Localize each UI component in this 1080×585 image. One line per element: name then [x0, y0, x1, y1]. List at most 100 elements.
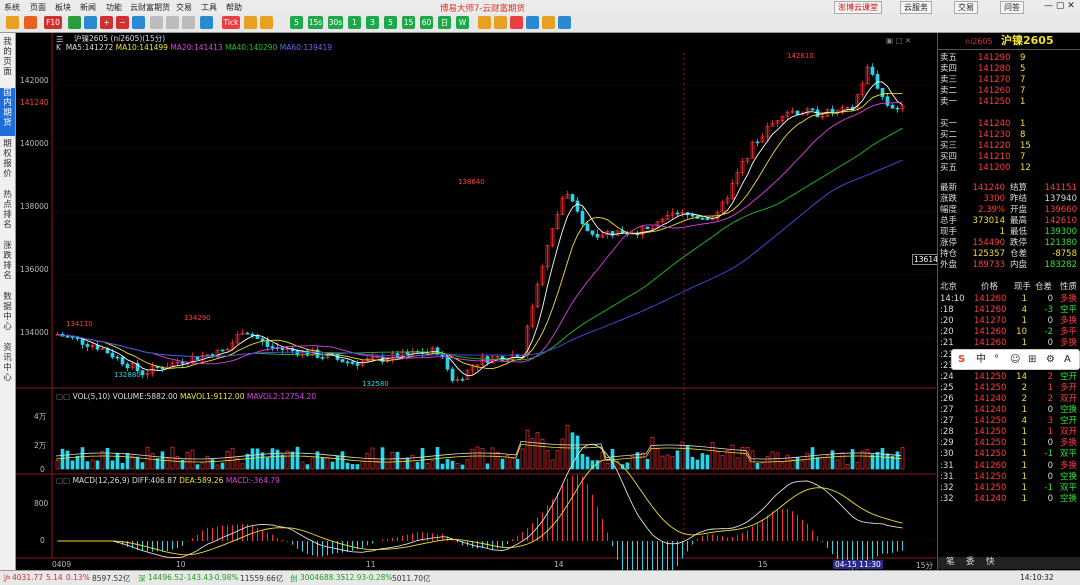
period-week-button[interactable]: W — [456, 16, 469, 29]
menu-trade[interactable]: 交易 — [176, 2, 192, 13]
chart-icon[interactable] — [200, 16, 213, 29]
font-icon[interactable]: A — [1064, 350, 1071, 369]
menu-tools[interactable]: 工具 — [201, 2, 217, 13]
sidebar-tab-hot-ranking[interactable]: 热点排名 — [0, 190, 15, 238]
sidebar-tab-data-center[interactable]: 数据中心 — [0, 292, 15, 340]
window-controls[interactable]: — ▢ ✕ — [1044, 1, 1075, 11]
menu-cloud-futures[interactable]: 云财富期货 — [130, 2, 170, 13]
tick-row[interactable]: :31 141260 1 0 多换 — [938, 461, 1080, 472]
candle-icon[interactable] — [260, 16, 273, 29]
home-icon[interactable] — [24, 16, 37, 29]
tick-time: :20 — [940, 316, 954, 327]
bid-row[interactable]: 买一 141240 1 — [938, 119, 1080, 130]
period-15-button[interactable]: 15 — [402, 16, 415, 29]
ask-row[interactable]: 卖四 141280 5 — [938, 64, 1080, 75]
tick-row[interactable]: :32 141240 1 0 空换 — [938, 494, 1080, 505]
bid-row[interactable]: 买五 141200 12 — [938, 163, 1080, 174]
draw-icon[interactable] — [478, 16, 491, 29]
tick-button[interactable]: Tick — [222, 16, 240, 29]
note-icon[interactable] — [542, 16, 555, 29]
macd-window-icon[interactable]: ▢▢ — [56, 476, 70, 485]
close-chart-icon[interactable] — [510, 16, 523, 29]
save-icon[interactable] — [166, 16, 179, 29]
stat-label: 结算 — [1010, 183, 1028, 193]
tick-row[interactable]: :20 141270 1 0 多换 — [938, 316, 1080, 327]
tick-row[interactable]: :29 141250 1 0 多换 — [938, 438, 1080, 449]
zoom-out-icon[interactable]: − — [116, 16, 129, 29]
bid-row[interactable]: 买三 141220 15 — [938, 141, 1080, 152]
ask-row[interactable]: 卖二 141260 7 — [938, 86, 1080, 97]
crosshair-icon[interactable] — [132, 16, 145, 29]
menu-help[interactable]: 帮助 — [226, 2, 242, 13]
tick-row[interactable]: :28 141250 1 1 双开 — [938, 427, 1080, 438]
tick-row[interactable]: :31 141250 1 0 空换 — [938, 472, 1080, 483]
bar-chart-icon[interactable] — [244, 16, 257, 29]
period-5-button[interactable]: 5 — [290, 16, 303, 29]
period-60-button[interactable]: 60 — [420, 16, 433, 29]
sogou-icon[interactable]: S — [958, 350, 965, 369]
vol-y-tick: 2万 — [34, 441, 47, 450]
tick-row[interactable]: :25 141250 2 1 多开 — [938, 383, 1080, 394]
sidebar-tab-change-ranking[interactable]: 涨跌排名 — [0, 241, 15, 289]
menu-page[interactable]: 页面 — [30, 2, 46, 13]
tick-row[interactable]: :18 141260 4 -3 空平 — [938, 305, 1080, 316]
back-icon[interactable] — [6, 16, 19, 29]
trade-button[interactable]: 交易 — [954, 1, 978, 14]
sidebar-tab-news-center[interactable]: 资讯中心 — [0, 343, 15, 391]
ask-row[interactable]: 卖一 141250 1 — [938, 97, 1080, 108]
tab-orders[interactable]: 委 — [966, 557, 975, 568]
ask-row[interactable]: 卖三 141270 7 — [938, 75, 1080, 86]
grid-icon[interactable] — [84, 16, 97, 29]
sidebar-tab-my-page[interactable]: 我的页面 — [0, 37, 15, 85]
sidebar-tab-options[interactable]: 期权报价 — [0, 139, 15, 187]
tick-row[interactable]: :32 141250 1 -1 双平 — [938, 483, 1080, 494]
tab-fast[interactable]: 快 — [986, 557, 995, 568]
ime-toolbar[interactable]: S 中 ° ☺ ⊞ ⚙ A — [951, 349, 1080, 370]
sidebar-tab-domestic-futures[interactable]: 国内期货 — [0, 88, 15, 136]
tick-row[interactable]: :24 141250 14 2 空开 — [938, 372, 1080, 383]
period-5m-button[interactable]: 5 — [384, 16, 397, 29]
punctuation-icon[interactable]: ° — [994, 350, 999, 369]
tick-qty: 4 — [1021, 416, 1027, 427]
menu-system[interactable]: 系统 — [4, 2, 20, 13]
refresh-icon[interactable] — [68, 16, 81, 29]
f10-icon[interactable]: F10 — [44, 16, 62, 29]
period-day-button[interactable]: 日 — [438, 16, 451, 29]
bid-row[interactable]: 买四 141210 7 — [938, 152, 1080, 163]
period-30s-button[interactable]: 30s — [328, 16, 343, 29]
cloud-service-button[interactable]: 云服务 — [900, 1, 932, 14]
bid-row[interactable]: 买二 141230 8 — [938, 130, 1080, 141]
kline-chart[interactable] — [16, 33, 936, 570]
emoji-icon[interactable]: ☺ — [1010, 350, 1020, 369]
ime-settings-icon[interactable]: ⚙ — [1046, 350, 1055, 369]
tick-row[interactable]: :21 141260 1 0 多换 — [938, 338, 1080, 349]
menu-sector[interactable]: 板块 — [55, 2, 71, 13]
vol-window-icon[interactable]: ▢▢ — [56, 392, 70, 401]
chart-window-controls[interactable]: ▣ ▢ ✕ — [886, 36, 911, 45]
qa-button[interactable]: 问答 — [1000, 1, 1024, 14]
candle-body — [265, 340, 270, 347]
line-icon[interactable] — [494, 16, 507, 29]
period-1-button[interactable]: 1 — [348, 16, 361, 29]
tick-row[interactable]: :30 141250 1 -1 双平 — [938, 449, 1080, 460]
pengbo-course-button[interactable]: 澎博云课堂 — [834, 1, 882, 14]
print-icon[interactable] — [182, 16, 195, 29]
ask-row[interactable]: 卖五 141290 9 — [938, 53, 1080, 64]
chinese-mode-icon[interactable]: 中 — [976, 350, 986, 369]
menu-function[interactable]: 功能 — [106, 2, 122, 13]
tick-row[interactable]: :26 141240 2 2 双开 — [938, 394, 1080, 405]
list-icon[interactable] — [150, 16, 163, 29]
tick-row[interactable]: :27 141250 4 3 空开 — [938, 416, 1080, 427]
tick-row[interactable]: :20 141260 10 -2 多平 — [938, 327, 1080, 338]
tab-ticks[interactable]: 笔 — [946, 557, 955, 568]
window-icon[interactable] — [526, 16, 539, 29]
settings-icon[interactable] — [558, 16, 571, 29]
tick-row[interactable]: :27 141240 1 0 空换 — [938, 405, 1080, 416]
zoom-in-icon[interactable]: + — [100, 16, 113, 29]
period-3-button[interactable]: 3 — [366, 16, 379, 29]
chart-area[interactable]: ☰ ▣ ▢ ✕ K MA5:141272 MA10:141499 MA20:14… — [16, 33, 945, 570]
period-15s-button[interactable]: 15s — [308, 16, 323, 29]
keyboard-icon[interactable]: ⊞ — [1028, 350, 1036, 369]
menu-news[interactable]: 新闻 — [80, 2, 96, 13]
tick-row[interactable]: 14:10 141260 1 0 多换 — [938, 294, 1080, 305]
